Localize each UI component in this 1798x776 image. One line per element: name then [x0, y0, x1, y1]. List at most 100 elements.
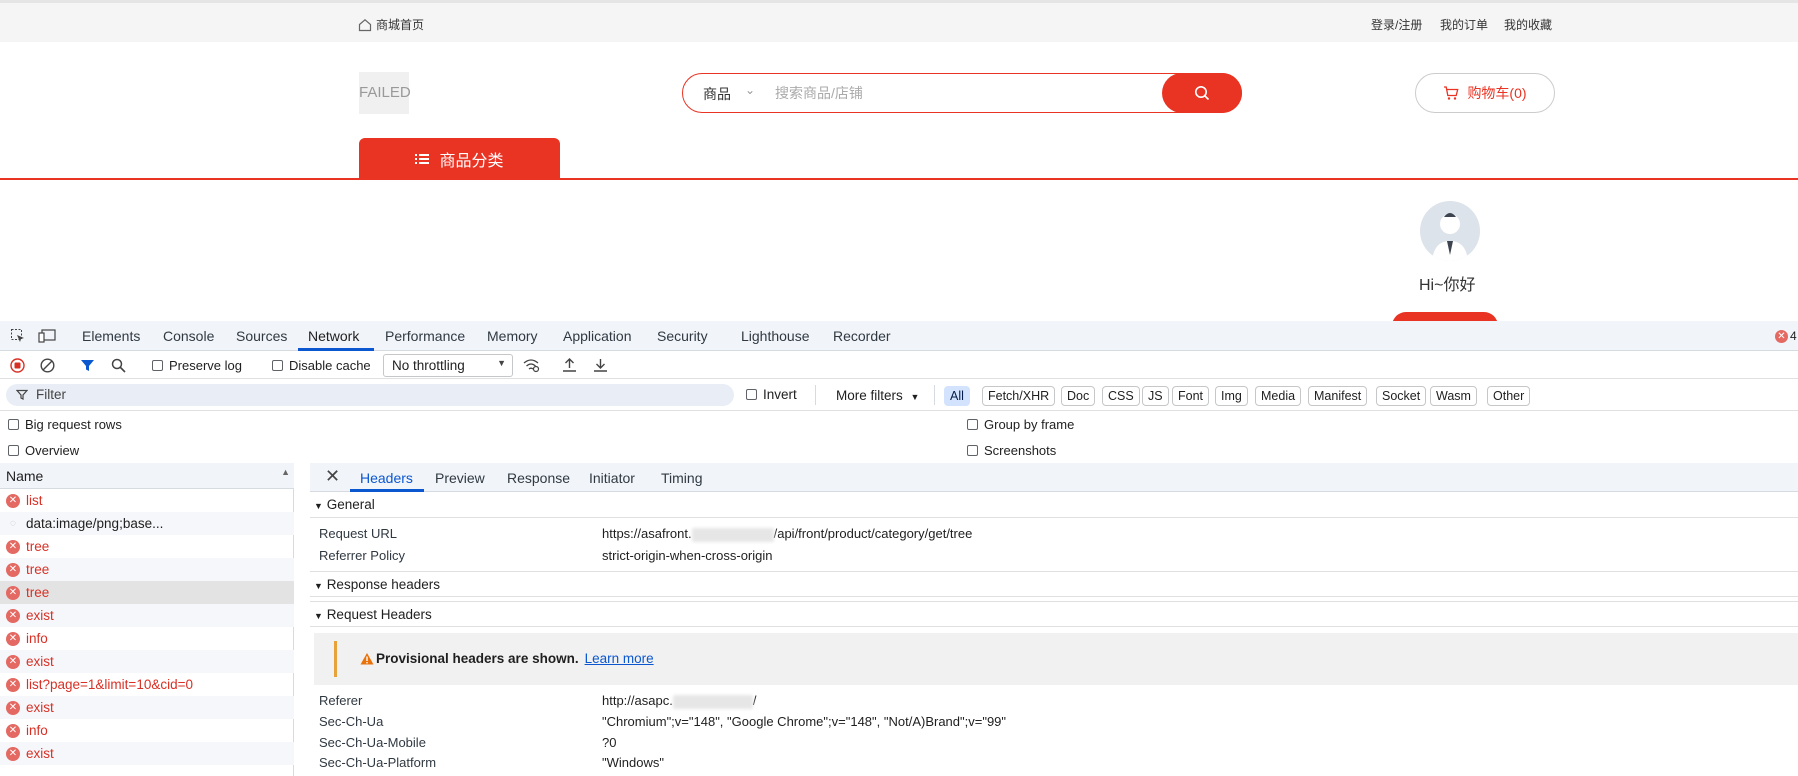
request-url-prefix: https://asafront.	[602, 526, 692, 541]
request-row[interactable]: ✕ exist	[0, 696, 294, 719]
overview-checkbox[interactable]: Overview	[8, 443, 79, 458]
filter-type-js[interactable]: JS	[1142, 386, 1169, 406]
filter-type-manifest[interactable]: Manifest	[1308, 386, 1368, 406]
notice-text: Provisional headers are shown. Learn mor…	[360, 651, 654, 666]
tab-headers[interactable]: Headers	[360, 470, 413, 486]
request-row[interactable]: ✕ info	[0, 719, 294, 742]
filter-type-css[interactable]: CSS	[1102, 386, 1140, 406]
stop-recording-icon[interactable]	[10, 358, 25, 373]
request-row[interactable]: ✕ tree	[0, 558, 294, 581]
search-icon[interactable]	[111, 358, 126, 373]
request-row[interactable]: ✕ exist	[0, 604, 294, 627]
referer-prefix: http://asapc.	[602, 693, 673, 708]
filter-type-wasm[interactable]: Wasm	[1430, 386, 1477, 406]
tab-application[interactable]: Application	[563, 328, 632, 344]
tab-console[interactable]: Console	[163, 328, 214, 344]
more-filters-dropdown[interactable]: More filters ▼	[836, 388, 919, 403]
my-favorites-link[interactable]: 我的收藏	[1504, 16, 1552, 33]
request-row[interactable]: ✕ tree	[0, 535, 294, 558]
request-name: tree	[26, 539, 50, 554]
close-icon[interactable]: ✕	[325, 466, 340, 487]
filter-type-font[interactable]: Font	[1172, 386, 1210, 406]
referer-row: Referer http://asapc. /	[319, 693, 1719, 711]
search-button[interactable]	[1162, 73, 1242, 113]
home-link[interactable]: 商城首页	[358, 16, 424, 33]
chevron-down-icon[interactable]: ⌄	[745, 83, 755, 97]
big-request-rows-checkbox[interactable]: Big request rows	[8, 417, 122, 432]
tab-sources[interactable]: Sources	[236, 328, 287, 344]
list-icon	[415, 154, 430, 164]
disable-cache-checkbox[interactable]: Disable cache	[272, 358, 371, 373]
filter-type-doc[interactable]: Doc	[1061, 386, 1096, 406]
tab-performance[interactable]: Performance	[385, 328, 465, 344]
request-name: tree	[26, 562, 50, 577]
tab-initiator[interactable]: Initiator	[589, 470, 635, 486]
pending-icon: ◌	[10, 518, 16, 529]
filter-type-other[interactable]: Other	[1487, 386, 1531, 406]
filter-type-media[interactable]: Media	[1255, 386, 1302, 406]
network-conditions-icon[interactable]	[522, 357, 540, 373]
filter-type-img[interactable]: Img	[1215, 386, 1248, 406]
request-row[interactable]: ✕ exist	[0, 742, 294, 765]
request-row[interactable]: ✕ exist	[0, 650, 294, 673]
device-toolbar-icon[interactable]	[38, 328, 56, 344]
filter-input[interactable]: Filter	[6, 384, 734, 406]
filter-type-all[interactable]: All	[944, 386, 970, 406]
request-url-value: https://asafront. /api/front/product/cate…	[602, 526, 1502, 542]
tab-response[interactable]: Response	[507, 470, 570, 486]
sec-ch-ua-key: Sec-Ch-Ua	[319, 714, 384, 729]
import-har-icon[interactable]	[562, 357, 577, 373]
request-row[interactable]: ✕ info	[0, 627, 294, 650]
dropdown-arrow-icon: ▼	[497, 358, 506, 368]
name-column-header[interactable]: Name ▲	[0, 463, 294, 489]
referer-suffix: /	[752, 693, 757, 708]
filter-type-socket[interactable]: Socket	[1376, 386, 1427, 406]
tab-timing[interactable]: Timing	[661, 470, 703, 486]
request-row[interactable]: ◌ data:image/png;base...	[0, 512, 294, 535]
filter-type-fetch-xhr[interactable]: Fetch/XHR	[982, 386, 1056, 406]
tab-lighthouse[interactable]: Lighthouse	[741, 328, 810, 344]
group-by-frame-checkbox[interactable]: Group by frame	[967, 417, 1074, 432]
tab-elements[interactable]: Elements	[82, 328, 140, 344]
logo[interactable]: FAILED	[359, 72, 411, 114]
error-count: 4	[1790, 329, 1797, 343]
learn-more-link[interactable]: Learn more	[585, 651, 654, 666]
general-section-header[interactable]: ▼ General	[310, 492, 1798, 518]
tab-security[interactable]: Security	[657, 328, 708, 344]
inspect-element-icon[interactable]	[10, 328, 26, 344]
search-type-select[interactable]: 商品	[703, 84, 731, 104]
error-counter[interactable]: ✕ 4	[1775, 329, 1797, 343]
provisional-text: Provisional headers are shown.	[376, 651, 579, 666]
avatar[interactable]	[1420, 201, 1480, 261]
checkbox-box	[272, 360, 283, 371]
request-row[interactable]: ✕ list	[0, 489, 294, 512]
error-icon: ✕	[1775, 329, 1788, 343]
tab-memory[interactable]: Memory	[487, 328, 538, 344]
login-link[interactable]: 登录/注册	[1371, 16, 1422, 33]
response-headers-section-header[interactable]: ▼ Response headers	[310, 571, 1798, 597]
tab-preview[interactable]: Preview	[435, 470, 485, 486]
my-orders-link[interactable]: 我的订单	[1440, 16, 1488, 33]
request-row-selected[interactable]: ✕ tree	[0, 581, 294, 604]
request-headers-section-header[interactable]: ▼ Request Headers	[310, 601, 1798, 627]
home-link-label: 商城首页	[376, 18, 425, 32]
tab-network[interactable]: Network	[308, 328, 359, 344]
search-input[interactable]	[775, 82, 1155, 104]
error-icon: ✕	[6, 493, 20, 508]
request-row[interactable]: ✕ list?page=1&limit=10&cid=0	[0, 673, 294, 696]
tab-recorder[interactable]: Recorder	[833, 328, 891, 344]
preserve-log-checkbox[interactable]: Preserve log	[152, 358, 242, 373]
screenshots-checkbox[interactable]: Screenshots	[967, 443, 1056, 458]
filter-row: Filter Invert More filters ▼ All Fetch/X…	[0, 379, 1798, 411]
cart-button[interactable]: 购物车(0)	[1415, 73, 1555, 113]
clear-icon[interactable]	[40, 358, 55, 373]
error-icon: ✕	[6, 631, 20, 646]
collapse-arrow-icon: ▼	[314, 611, 323, 621]
request-name: exist	[26, 700, 54, 715]
category-button[interactable]: 商品分类	[359, 138, 560, 180]
sort-arrow-icon[interactable]: ▲	[281, 467, 290, 477]
filter-icon[interactable]	[80, 358, 95, 373]
export-har-icon[interactable]	[593, 357, 608, 373]
invert-checkbox[interactable]: Invert	[746, 387, 797, 402]
throttling-select[interactable]: No throttling ▼	[383, 354, 513, 377]
